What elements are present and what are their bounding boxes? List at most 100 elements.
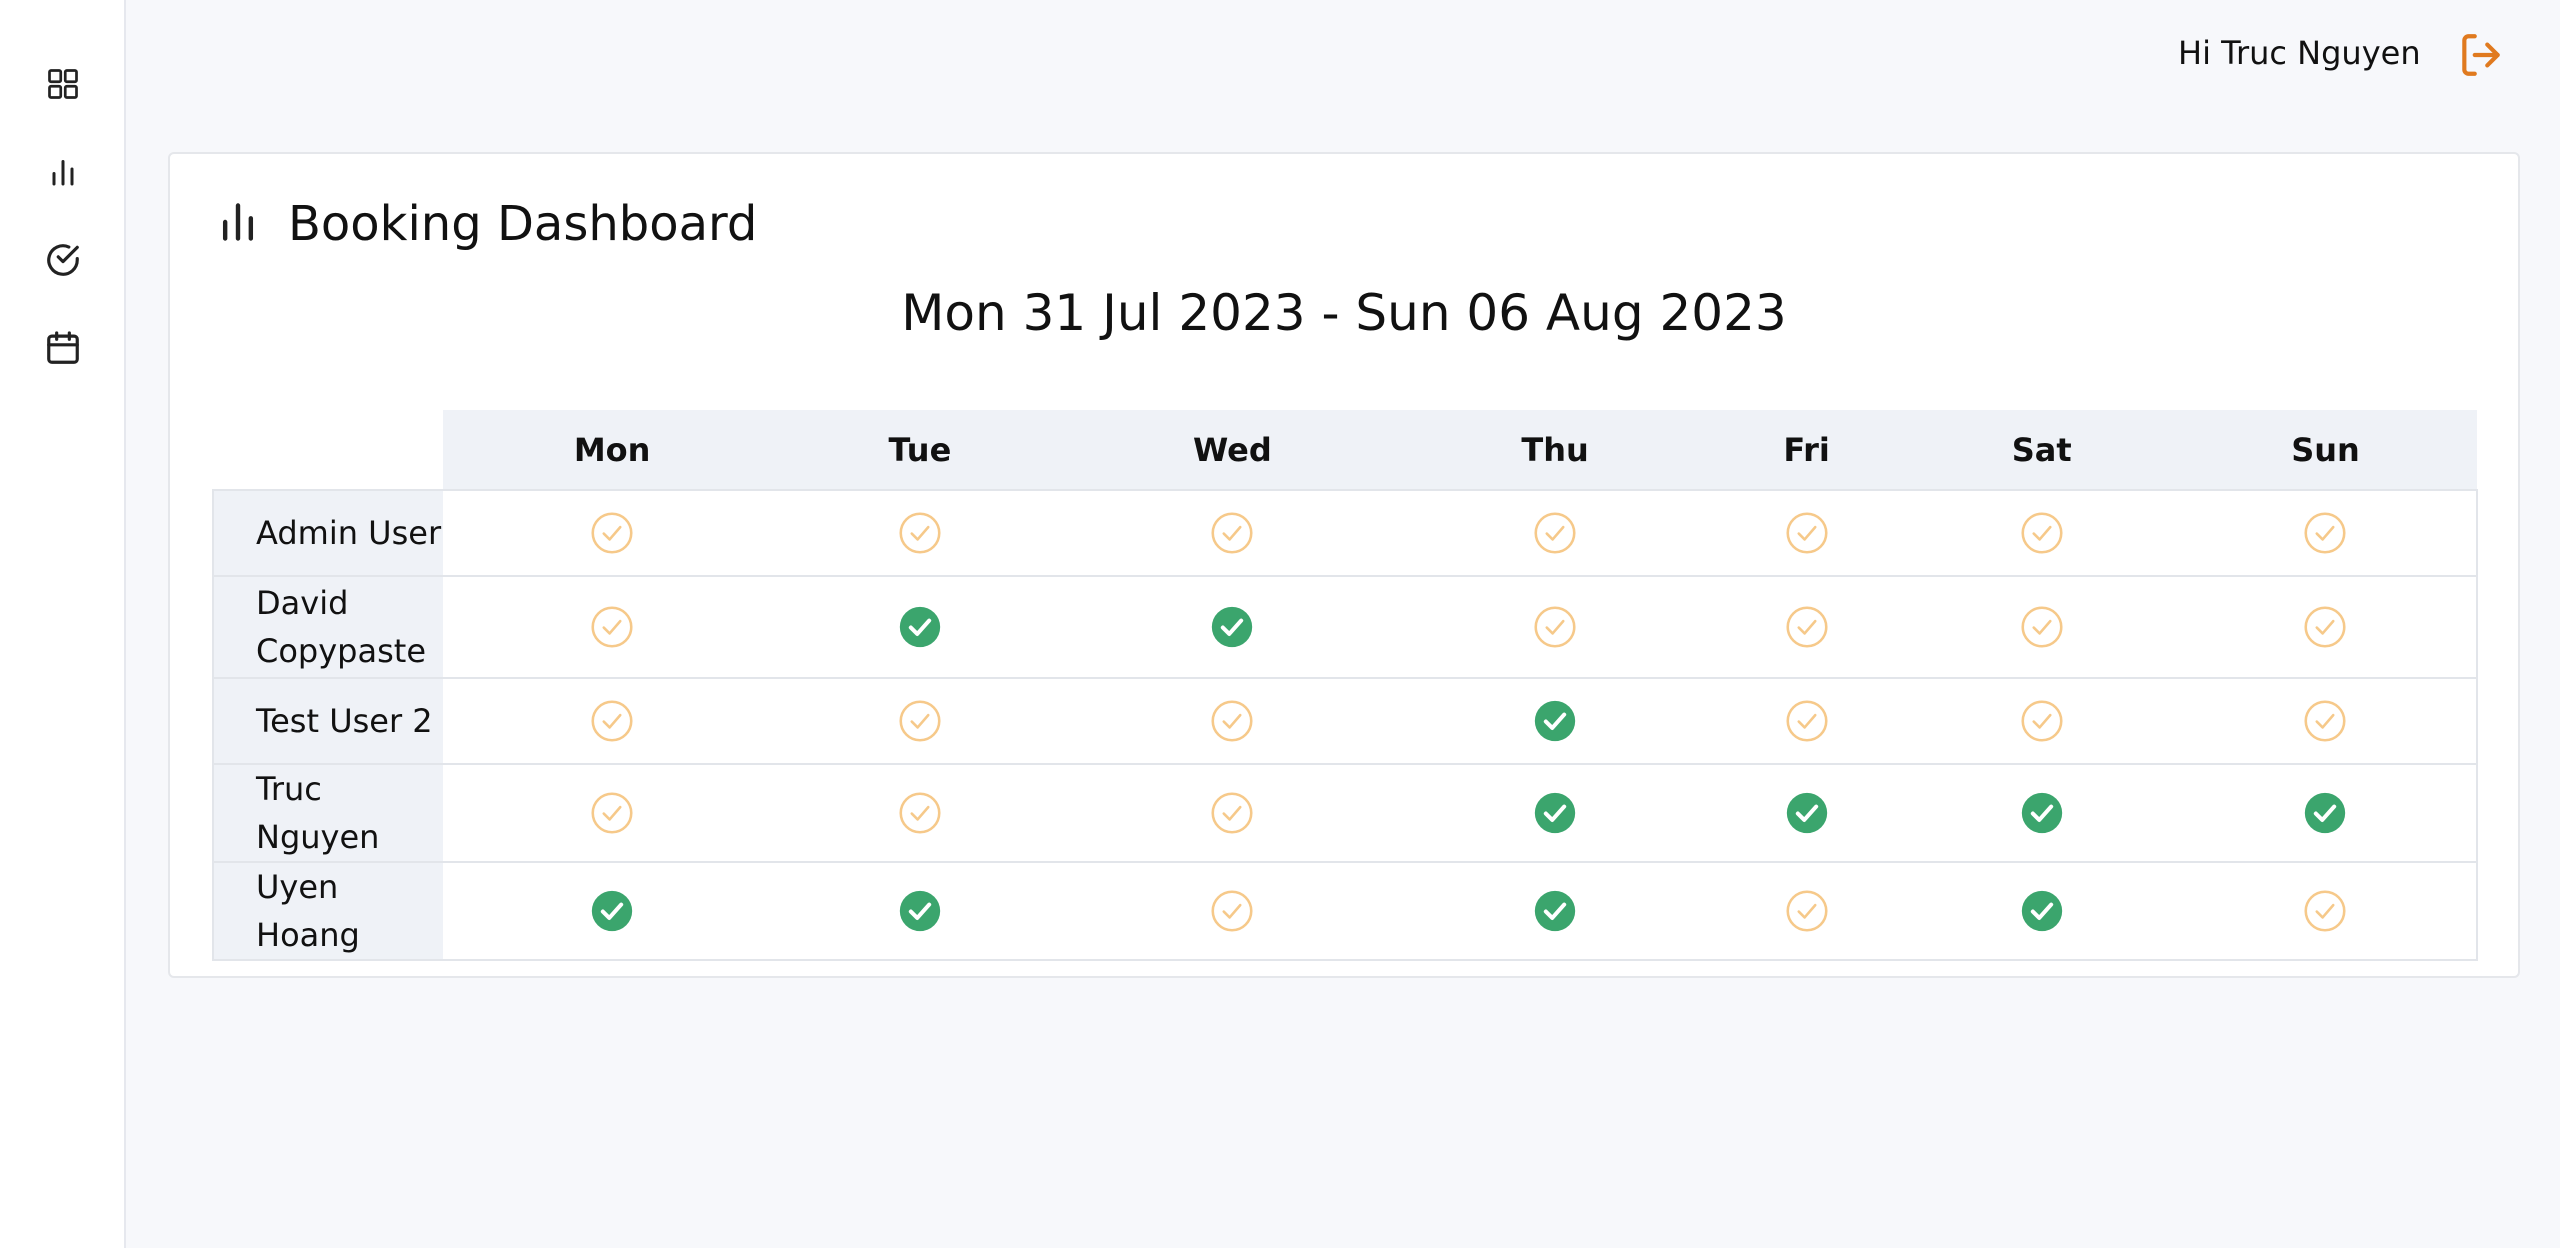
row-user-name: Admin User bbox=[212, 489, 443, 577]
check-circle-icon[interactable] bbox=[39, 236, 87, 284]
dashboard-grid-icon[interactable] bbox=[39, 60, 87, 108]
booked-check-icon[interactable] bbox=[2303, 791, 2347, 835]
available-check-icon[interactable] bbox=[898, 511, 942, 555]
booking-cell bbox=[781, 575, 1059, 679]
booking-cell bbox=[1909, 763, 2175, 863]
table-row: David Copypaste bbox=[212, 575, 2478, 679]
booked-check-icon[interactable] bbox=[2020, 889, 2064, 933]
booking-cell bbox=[2174, 861, 2478, 961]
booked-check-icon[interactable] bbox=[2020, 791, 2064, 835]
day-header-wed: Wed bbox=[1058, 410, 1407, 490]
available-check-icon[interactable] bbox=[590, 511, 634, 555]
available-check-icon[interactable] bbox=[2303, 605, 2347, 649]
sidebar bbox=[0, 0, 126, 1248]
user-greeting: Hi Truc Nguyen bbox=[2178, 34, 2421, 72]
booked-check-icon[interactable] bbox=[1210, 605, 1254, 649]
booking-cell bbox=[1406, 861, 1704, 961]
available-check-icon[interactable] bbox=[2303, 699, 2347, 743]
booking-cell bbox=[1909, 489, 2175, 577]
row-user-name: Uyen Hoang bbox=[212, 861, 443, 961]
booking-dashboard-card: Booking Dashboard Mon 31 Jul 2023 - Sun … bbox=[168, 152, 2520, 978]
booking-cell bbox=[1909, 677, 2175, 765]
booking-cell bbox=[443, 763, 782, 863]
available-check-icon[interactable] bbox=[590, 699, 634, 743]
booking-cell bbox=[1406, 575, 1704, 679]
table-row: Test User 2 bbox=[212, 677, 2478, 765]
available-check-icon[interactable] bbox=[898, 791, 942, 835]
table-body: Admin User David Copypaste Test User 2 Truc… bbox=[212, 489, 2478, 961]
available-check-icon[interactable] bbox=[1785, 605, 1829, 649]
booking-cell bbox=[2174, 677, 2478, 765]
booking-cell bbox=[1406, 677, 1704, 765]
booking-table: Mon Tue Wed Thu Fri Sat Sun Admin User David Co… bbox=[212, 410, 2478, 961]
booking-cell bbox=[781, 489, 1059, 577]
calendar-icon[interactable] bbox=[39, 324, 87, 372]
booking-cell bbox=[1703, 763, 1910, 863]
booking-cell bbox=[443, 861, 782, 961]
available-check-icon[interactable] bbox=[590, 791, 634, 835]
date-range-label: Mon 31 Jul 2023 - Sun 06 Aug 2023 bbox=[901, 284, 1787, 342]
booking-cell bbox=[1703, 489, 1910, 577]
booked-check-icon[interactable] bbox=[898, 605, 942, 649]
booked-check-icon[interactable] bbox=[590, 889, 634, 933]
day-header-fri: Fri bbox=[1703, 410, 1910, 490]
bar-chart-icon[interactable] bbox=[39, 148, 87, 196]
booked-check-icon[interactable] bbox=[1533, 791, 1577, 835]
booking-cell bbox=[781, 763, 1059, 863]
day-header-mon: Mon bbox=[443, 410, 782, 490]
booked-check-icon[interactable] bbox=[898, 889, 942, 933]
available-check-icon[interactable] bbox=[2303, 889, 2347, 933]
available-check-icon[interactable] bbox=[1785, 889, 1829, 933]
row-user-name: Test User 2 bbox=[212, 677, 443, 765]
logout-icon[interactable] bbox=[2456, 30, 2506, 80]
table-corner bbox=[213, 410, 443, 490]
booking-cell bbox=[1703, 861, 1910, 961]
available-check-icon[interactable] bbox=[1785, 699, 1829, 743]
available-check-icon[interactable] bbox=[1533, 605, 1577, 649]
booking-cell bbox=[1703, 677, 1910, 765]
day-header-thu: Thu bbox=[1406, 410, 1704, 490]
table-row: Admin User bbox=[212, 489, 2478, 577]
booking-cell bbox=[781, 861, 1059, 961]
available-check-icon[interactable] bbox=[898, 699, 942, 743]
available-check-icon[interactable] bbox=[2020, 605, 2064, 649]
booking-cell bbox=[2174, 763, 2478, 863]
page-title: Booking Dashboard bbox=[288, 196, 758, 252]
table-row: Uyen Hoang bbox=[212, 861, 2478, 961]
available-check-icon[interactable] bbox=[1210, 889, 1254, 933]
available-check-icon[interactable] bbox=[1210, 699, 1254, 743]
booking-cell bbox=[443, 489, 782, 577]
day-header-sat: Sat bbox=[1909, 410, 2175, 490]
card-header: Booking Dashboard bbox=[216, 196, 757, 252]
booking-cell bbox=[1406, 763, 1704, 863]
available-check-icon[interactable] bbox=[2020, 511, 2064, 555]
available-check-icon[interactable] bbox=[1785, 511, 1829, 555]
row-user-name: Truc Nguyen bbox=[212, 763, 443, 863]
available-check-icon[interactable] bbox=[2020, 699, 2064, 743]
booked-check-icon[interactable] bbox=[1533, 889, 1577, 933]
table-row: Truc Nguyen bbox=[212, 763, 2478, 863]
available-check-icon[interactable] bbox=[590, 605, 634, 649]
available-check-icon[interactable] bbox=[2303, 511, 2347, 555]
booking-cell bbox=[1058, 677, 1407, 765]
booking-cell bbox=[1909, 861, 2175, 961]
booking-cell bbox=[1058, 763, 1407, 863]
booking-cell bbox=[781, 677, 1059, 765]
bar-chart-icon bbox=[216, 197, 260, 251]
table-header-row: Mon Tue Wed Thu Fri Sat Sun bbox=[213, 410, 2477, 490]
booked-check-icon[interactable] bbox=[1533, 699, 1577, 743]
row-user-name: David Copypaste bbox=[212, 575, 443, 679]
booking-cell bbox=[1058, 861, 1407, 961]
booked-check-icon[interactable] bbox=[1785, 791, 1829, 835]
available-check-icon[interactable] bbox=[1210, 511, 1254, 555]
booking-cell bbox=[1909, 575, 2175, 679]
available-check-icon[interactable] bbox=[1210, 791, 1254, 835]
booking-cell bbox=[1406, 489, 1704, 577]
booking-cell bbox=[1058, 575, 1407, 679]
day-header-sun: Sun bbox=[2174, 410, 2477, 490]
booking-cell bbox=[443, 677, 782, 765]
available-check-icon[interactable] bbox=[1533, 511, 1577, 555]
booking-cell bbox=[2174, 575, 2478, 679]
booking-cell bbox=[1703, 575, 1910, 679]
day-header-tue: Tue bbox=[781, 410, 1059, 490]
